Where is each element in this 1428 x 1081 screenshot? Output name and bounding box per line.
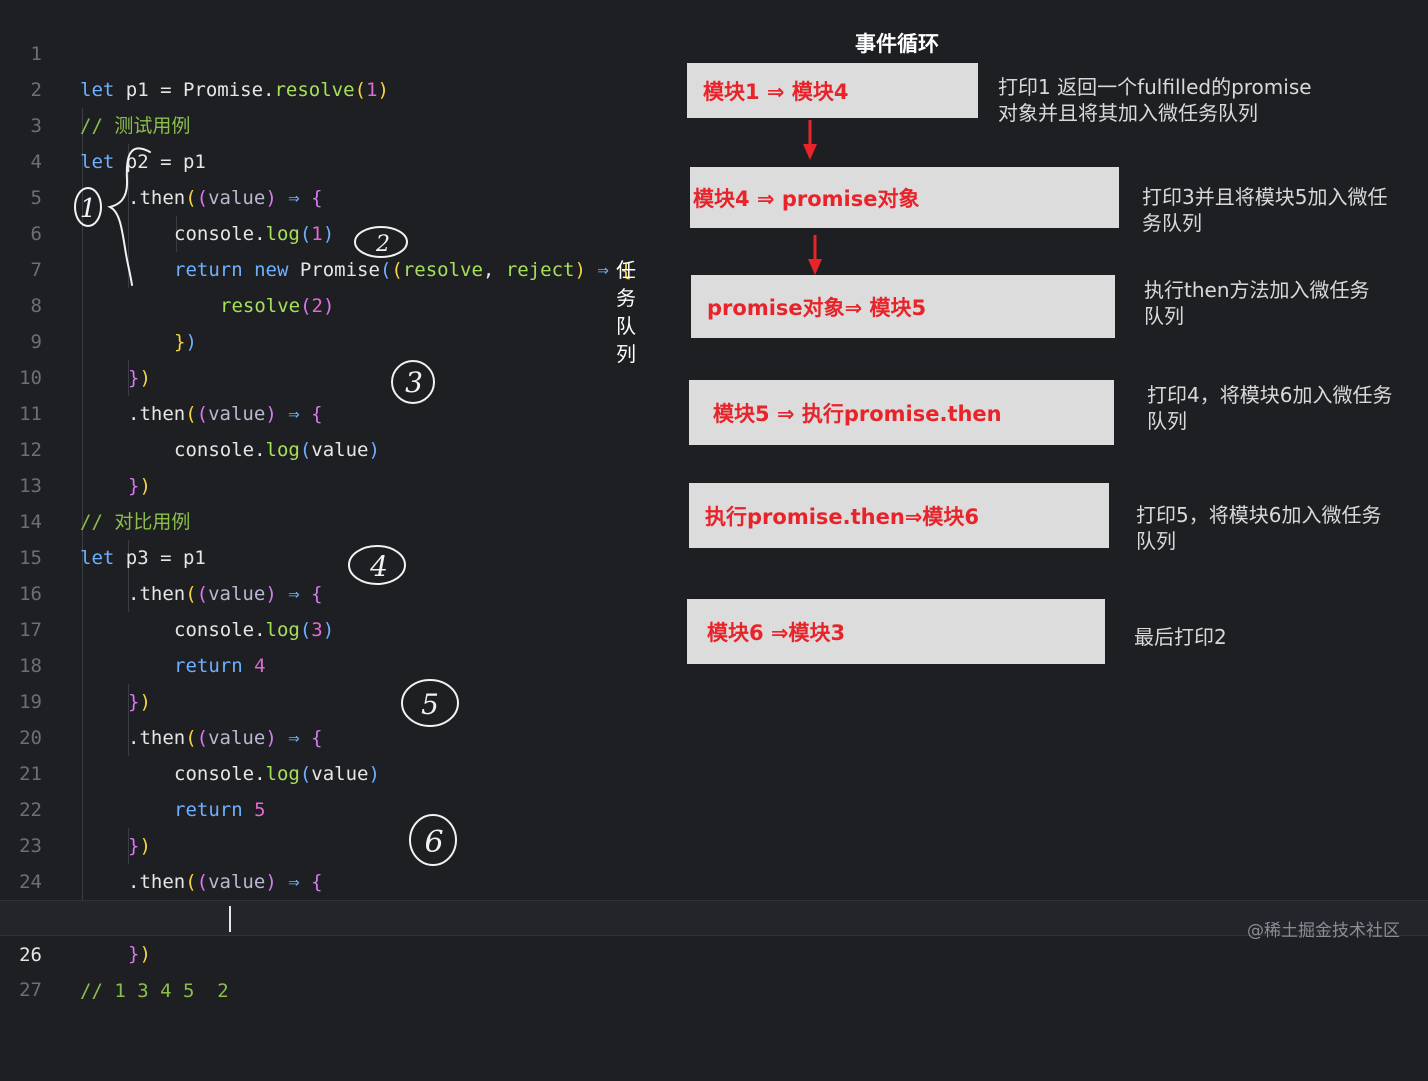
vertical-char: 队 [616, 314, 636, 338]
note-6: 最后打印2 [1134, 624, 1227, 650]
queue-box-6: 模块6 ⇒模块3 [687, 599, 1105, 664]
down-arrow-icon [808, 235, 822, 275]
text-cursor [229, 906, 231, 932]
code-line[interactable]: 21 return 5 [0, 720, 1428, 821]
code-line[interactable]: 25 }) [0, 864, 1428, 965]
note-line: 打印5，将模块6加入微任务 [1136, 503, 1382, 527]
vertical-char: 列 [616, 342, 636, 366]
queue-box-3: promise对象⇒ 模块5 [691, 275, 1115, 338]
vertical-char: 任 [616, 258, 636, 282]
note-line: 务队列 [1142, 211, 1202, 235]
comment-text: // 1 3 4 5 2 [80, 980, 229, 1002]
note-line: 队列 [1147, 409, 1187, 433]
vertical-char: 务 [616, 286, 636, 310]
queue-box-1: 模块1 ⇒ 模块4 [687, 63, 978, 118]
code-line[interactable]: 23 .then((value) ⇒ { [0, 792, 1428, 893]
note-line: 打印1 返回一个fulfilled的promise [998, 75, 1312, 99]
note-3: 执行then方法加入微任务 队列 [1144, 277, 1370, 329]
note-line: 打印3并且将模块5加入微任 [1142, 185, 1388, 209]
down-arrow-icon [803, 120, 817, 160]
note-1: 打印1 返回一个fulfilled的promise 对象并且将其加入微任务队列 [998, 74, 1312, 126]
line-number: 27 [19, 979, 42, 1001]
queue-box-2: 模块4 ⇒ promise对象 [690, 167, 1119, 228]
note-4: 打印4，将模块6加入微任务 队列 [1147, 382, 1392, 434]
watermark: @稀土掘金技术社区 [1247, 921, 1400, 941]
note-line: 队列 [1136, 529, 1176, 553]
note-line: 对象并且将其加入微任务队列 [998, 101, 1258, 125]
queue-box-4: 模块5 ⇒ 执行promise.then [689, 380, 1114, 445]
code-line[interactable]: 27 [0, 936, 1428, 1001]
note-line: 打印4，将模块6加入微任务 [1147, 383, 1393, 407]
code-line[interactable]: 1 let p1 = Promise.resolve(1) [0, 0, 1428, 101]
queue-box-5: 执行promise.then⇒模块6 [689, 483, 1109, 548]
code-line[interactable]: 24 console.log(value) [0, 828, 1428, 929]
note-line: 队列 [1144, 304, 1184, 328]
code-line-active[interactable]: 26 // 1 3 4 5 2 [0, 900, 1428, 1002]
diagram-title: 事件循环 [855, 32, 939, 56]
note-line: 执行then方法加入微任务 [1144, 278, 1370, 302]
note-line: 最后打印2 [1134, 625, 1227, 649]
note-5: 打印5，将模块6加入微任务 队列 [1136, 502, 1381, 554]
code-line[interactable]: 20 console.log(value) [0, 684, 1428, 785]
code-line[interactable]: 22 }) [0, 756, 1428, 857]
note-2: 打印3并且将模块5加入微任 务队列 [1142, 184, 1387, 236]
